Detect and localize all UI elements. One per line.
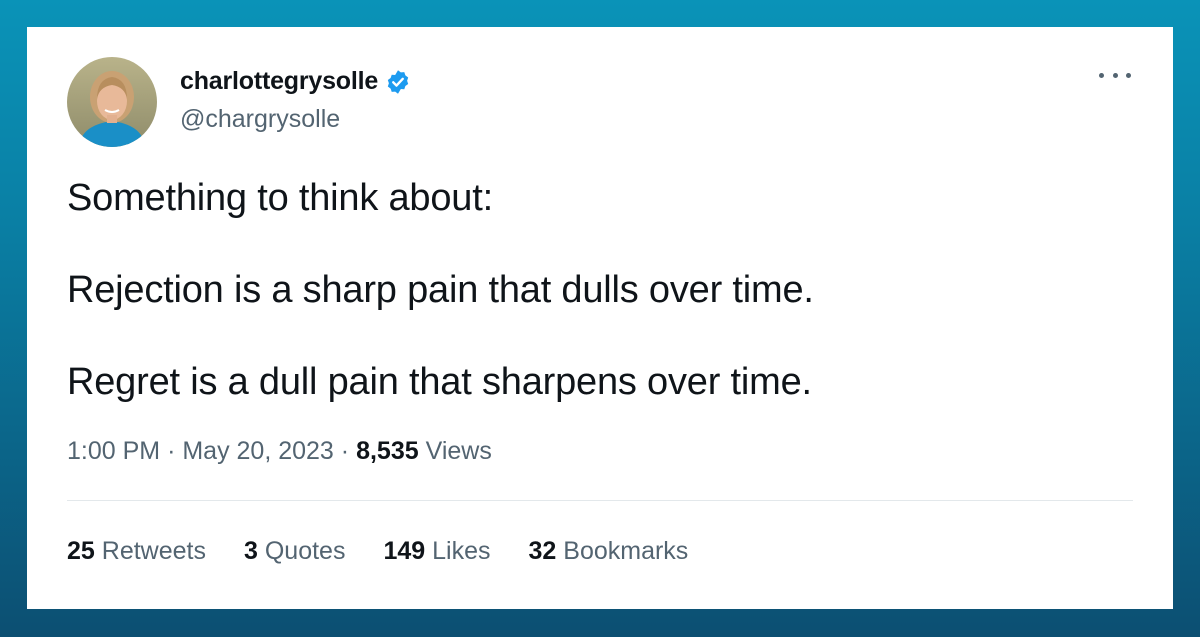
meta-separator: · bbox=[340, 437, 350, 465]
tweet-date[interactable]: May 20, 2023 bbox=[182, 437, 334, 465]
stat-label: Retweets bbox=[101, 537, 206, 565]
stat-count: 32 bbox=[528, 537, 557, 565]
tweet-text-line: Rejection is a sharp pain that dulls ove… bbox=[67, 269, 814, 311]
more-options-icon[interactable] bbox=[1099, 65, 1131, 85]
name-row: charlottegrysolle bbox=[180, 67, 411, 96]
tweet-meta: 1:00 PM · May 20, 2023 · 8,535 Views bbox=[67, 437, 492, 466]
engagement-stats: 25 Retweets 3 Quotes 149 Likes 32 Bookma… bbox=[67, 537, 726, 566]
stat-bookmarks[interactable]: 32 Bookmarks bbox=[529, 537, 689, 566]
views-count[interactable]: 8,535 bbox=[356, 437, 419, 465]
verified-badge-icon bbox=[387, 69, 409, 94]
tweet-card: charlottegrysolle @chargrysolle Somethin… bbox=[27, 27, 1173, 609]
tweet-text-line: Regret is a dull pain that sharpens over… bbox=[67, 361, 812, 403]
avatar[interactable] bbox=[67, 57, 157, 147]
views-label[interactable]: Views bbox=[426, 437, 492, 465]
user-handle[interactable]: @chargrysolle bbox=[180, 105, 340, 134]
stat-likes[interactable]: 149 Likes bbox=[383, 537, 490, 566]
stat-count: 25 bbox=[67, 537, 95, 565]
divider bbox=[67, 500, 1133, 501]
stat-quotes[interactable]: 3 Quotes bbox=[244, 537, 345, 566]
stat-retweets[interactable]: 25 Retweets bbox=[67, 537, 206, 566]
stat-label: Bookmarks bbox=[563, 537, 689, 565]
tweet-time[interactable]: 1:00 PM bbox=[67, 437, 160, 465]
stat-label: Quotes bbox=[264, 537, 346, 565]
stat-label: Likes bbox=[432, 537, 491, 565]
tweet-text-line: Something to think about: bbox=[67, 177, 493, 219]
display-name[interactable]: charlottegrysolle bbox=[180, 67, 378, 96]
meta-separator: · bbox=[167, 437, 176, 465]
stat-count: 149 bbox=[383, 537, 426, 565]
stat-count: 3 bbox=[243, 537, 258, 565]
